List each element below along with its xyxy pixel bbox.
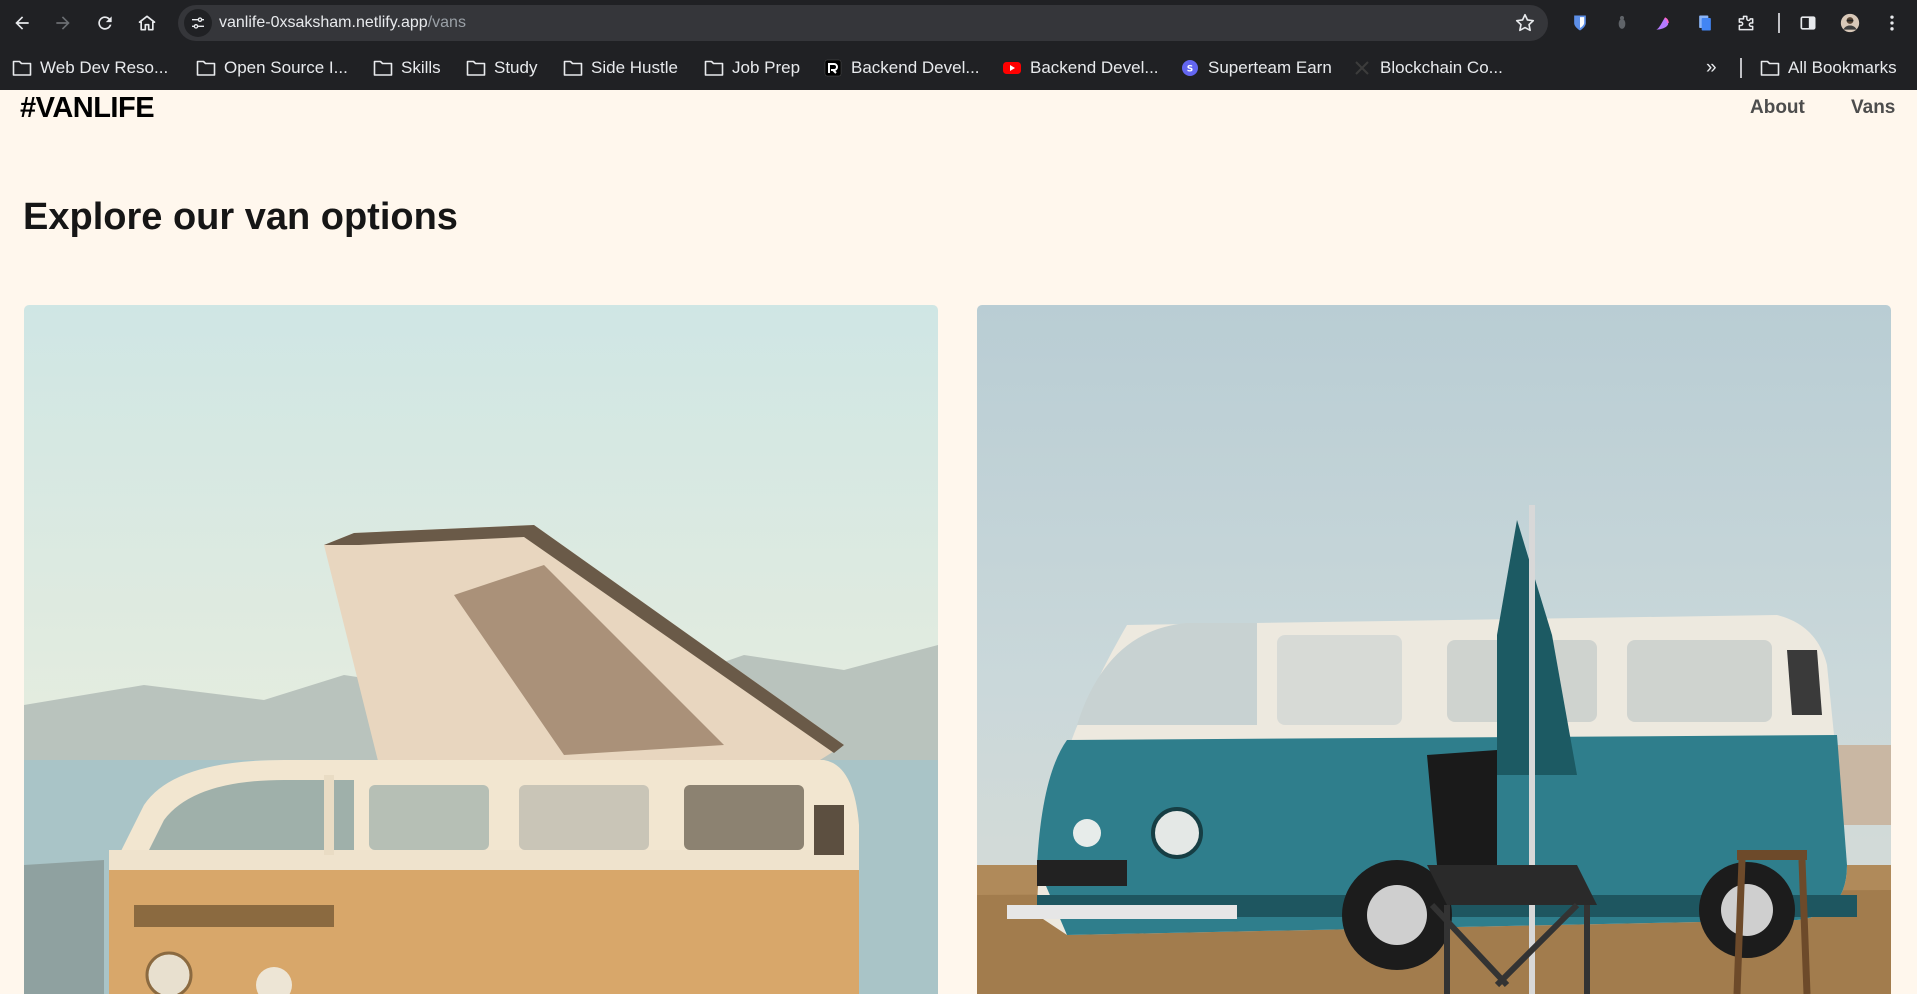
url-path: /vans — [427, 14, 466, 31]
youtube-logo-icon — [1002, 59, 1022, 77]
bitwarden-extension-icon[interactable] — [1569, 12, 1591, 34]
home-button[interactable] — [131, 7, 163, 39]
side-panel-icon[interactable] — [1797, 12, 1819, 34]
profile-avatar[interactable] — [1839, 12, 1861, 34]
tune-icon — [192, 17, 204, 29]
browser-chrome: vanlife-0xsaksham.netlify.app/vans Web D… — [0, 0, 1917, 90]
browser-toolbar: vanlife-0xsaksham.netlify.app/vans — [0, 0, 1917, 46]
van-card[interactable] — [977, 305, 1891, 994]
bookmark-link[interactable]: S Superteam Earn — [1180, 56, 1332, 80]
folder-icon — [704, 59, 724, 77]
bookmark-label: Study — [494, 58, 538, 77]
bookmark-folder[interactable]: Side Hustle — [563, 56, 678, 80]
bookmark-link[interactable]: Backend Devel... — [823, 56, 980, 80]
folder-icon — [563, 59, 583, 77]
back-button[interactable] — [6, 7, 38, 39]
bookmark-label: Open Source I... — [224, 58, 348, 77]
url-host: vanlife-0xsaksham.netlify.app — [219, 14, 428, 31]
extension-icon[interactable] — [1611, 12, 1633, 34]
chrome-menu-icon[interactable] — [1881, 12, 1903, 34]
toolbar-separator — [1778, 13, 1780, 33]
bookmark-star-icon[interactable] — [1514, 12, 1536, 34]
bookmarks-overflow-button[interactable]: » — [1706, 56, 1717, 80]
superteam-logo-icon: S — [1180, 59, 1200, 77]
bookmarks-separator — [1740, 58, 1742, 78]
nav-about-link[interactable]: About — [1750, 97, 1805, 119]
forward-arrow-icon — [56, 16, 70, 30]
back-arrow-icon — [15, 16, 29, 30]
railway-logo-icon — [823, 59, 843, 77]
all-bookmarks-label: All Bookmarks — [1788, 58, 1897, 77]
site-info-button[interactable] — [184, 9, 212, 37]
bookmark-link[interactable]: Backend Devel... — [1002, 56, 1159, 80]
site-header: #VANLIFE About Vans — [0, 90, 1917, 130]
reload-button[interactable] — [89, 7, 121, 39]
bookmark-label: Backend Devel... — [1030, 58, 1159, 77]
bookmark-folder[interactable]: Study — [466, 56, 537, 80]
bookmark-folder[interactable]: Web Dev Reso... — [12, 56, 168, 80]
van-image — [977, 305, 1891, 994]
nav-vans-link[interactable]: Vans — [1851, 97, 1895, 119]
svg-text:S: S — [1187, 65, 1193, 75]
forward-button[interactable] — [47, 7, 79, 39]
bookmark-folder[interactable]: Job Prep — [704, 56, 800, 80]
home-icon — [138, 15, 156, 31]
bookmark-label: Blockchain Co... — [1380, 58, 1503, 77]
reload-icon — [98, 16, 112, 30]
folder-icon — [12, 59, 32, 77]
bookmark-label: Superteam Earn — [1208, 58, 1332, 77]
folder-icon — [1760, 59, 1780, 77]
site-logo[interactable]: #VANLIFE — [20, 92, 155, 125]
bookmark-link[interactable]: Blockchain Co... — [1352, 56, 1503, 80]
extensions-puzzle-icon[interactable] — [1735, 12, 1757, 34]
folder-icon — [196, 59, 216, 77]
color-picker-extension-icon[interactable] — [1652, 12, 1674, 34]
overflow-chevron-icon: » — [1706, 57, 1717, 78]
van-card[interactable] — [24, 305, 938, 994]
address-bar[interactable]: vanlife-0xsaksham.netlify.app/vans — [178, 5, 1548, 41]
bookmark-folder[interactable]: Skills — [373, 56, 441, 80]
bookmark-label: Job Prep — [732, 58, 801, 77]
van-image — [24, 305, 938, 994]
page-title: Explore our van options — [23, 196, 458, 238]
bookmark-label: Side Hustle — [591, 58, 678, 77]
bookmark-label: Backend Devel... — [851, 58, 980, 77]
x-logo-icon — [1352, 59, 1372, 77]
bookmark-folder[interactable]: Open Source I... — [196, 56, 348, 80]
folder-icon — [373, 59, 393, 77]
url-text: vanlife-0xsaksham.netlify.app/vans — [219, 14, 466, 32]
bookmarks-bar: Web Dev Reso... Open Source I... Skills … — [0, 46, 1917, 90]
bookmark-label: Skills — [401, 58, 441, 77]
google-docs-extension-icon[interactable] — [1694, 12, 1716, 34]
folder-icon — [466, 59, 486, 77]
bookmark-label: Web Dev Reso... — [40, 58, 169, 77]
all-bookmarks-button[interactable]: All Bookmarks — [1760, 56, 1897, 80]
